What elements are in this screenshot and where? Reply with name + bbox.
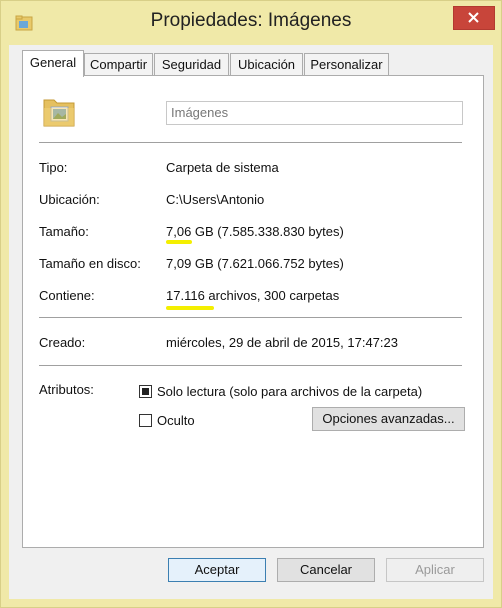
separator: [39, 365, 462, 366]
window-title: Propiedades: Imágenes: [150, 10, 352, 31]
contains-value: 17.116 archivos, 300 carpetas: [166, 288, 340, 303]
general-panel: Imágenes Tipo: Carpeta de sistema Ubicac…: [22, 75, 484, 548]
tab-seguridad[interactable]: Seguridad: [154, 53, 229, 75]
separator: [39, 317, 462, 318]
size-label: Tamaño:: [39, 224, 89, 239]
tab-personalizar[interactable]: Personalizar: [304, 53, 389, 75]
tab-general[interactable]: General: [22, 50, 84, 77]
dialog-body: General Compartir Seguridad Ubicación Pe…: [9, 45, 493, 599]
ok-button[interactable]: Aceptar: [168, 558, 266, 582]
title-bar[interactable]: Propiedades: Imágenes: [1, 1, 501, 45]
close-icon: [468, 12, 479, 23]
contains-label: Contiene:: [39, 288, 95, 303]
separator: [39, 142, 462, 143]
hidden-label[interactable]: Oculto: [157, 413, 195, 428]
created-value: miércoles, 29 de abril de 2015, 17:47:23: [166, 335, 398, 350]
readonly-label[interactable]: Solo lectura (solo para archivos de la c…: [157, 384, 422, 399]
pictures-folder-icon: [43, 99, 75, 127]
apply-button[interactable]: Aplicar: [386, 558, 484, 582]
size-highlight-mark: [166, 240, 192, 244]
tab-ubicacion[interactable]: Ubicación: [230, 53, 303, 75]
size-on-disk-label: Tamaño en disco:: [39, 256, 141, 271]
close-button[interactable]: [453, 6, 495, 30]
attributes-label: Atributos:: [39, 382, 94, 397]
created-label: Creado:: [39, 335, 86, 350]
hidden-checkbox[interactable]: [139, 414, 152, 427]
properties-window: Propiedades: Imágenes General Compartir …: [0, 0, 502, 608]
tab-compartir[interactable]: Compartir: [84, 53, 153, 75]
size-value: 7,06 GB (7.585.338.830 bytes): [166, 224, 344, 239]
cancel-button[interactable]: Cancelar: [277, 558, 375, 582]
advanced-options-button[interactable]: Opciones avanzadas...: [312, 407, 465, 431]
folder-name-input[interactable]: Imágenes: [166, 101, 463, 125]
location-value: C:\Users\Antonio: [166, 192, 265, 207]
indeterminate-mark: [142, 388, 149, 395]
type-label: Tipo:: [39, 160, 68, 175]
location-label: Ubicación:: [39, 192, 100, 207]
readonly-checkbox[interactable]: [139, 385, 152, 398]
type-value: Carpeta de sistema: [166, 160, 279, 175]
contains-highlight-mark: [166, 306, 214, 310]
size-on-disk-value: 7,09 GB (7.621.066.752 bytes): [166, 256, 344, 271]
